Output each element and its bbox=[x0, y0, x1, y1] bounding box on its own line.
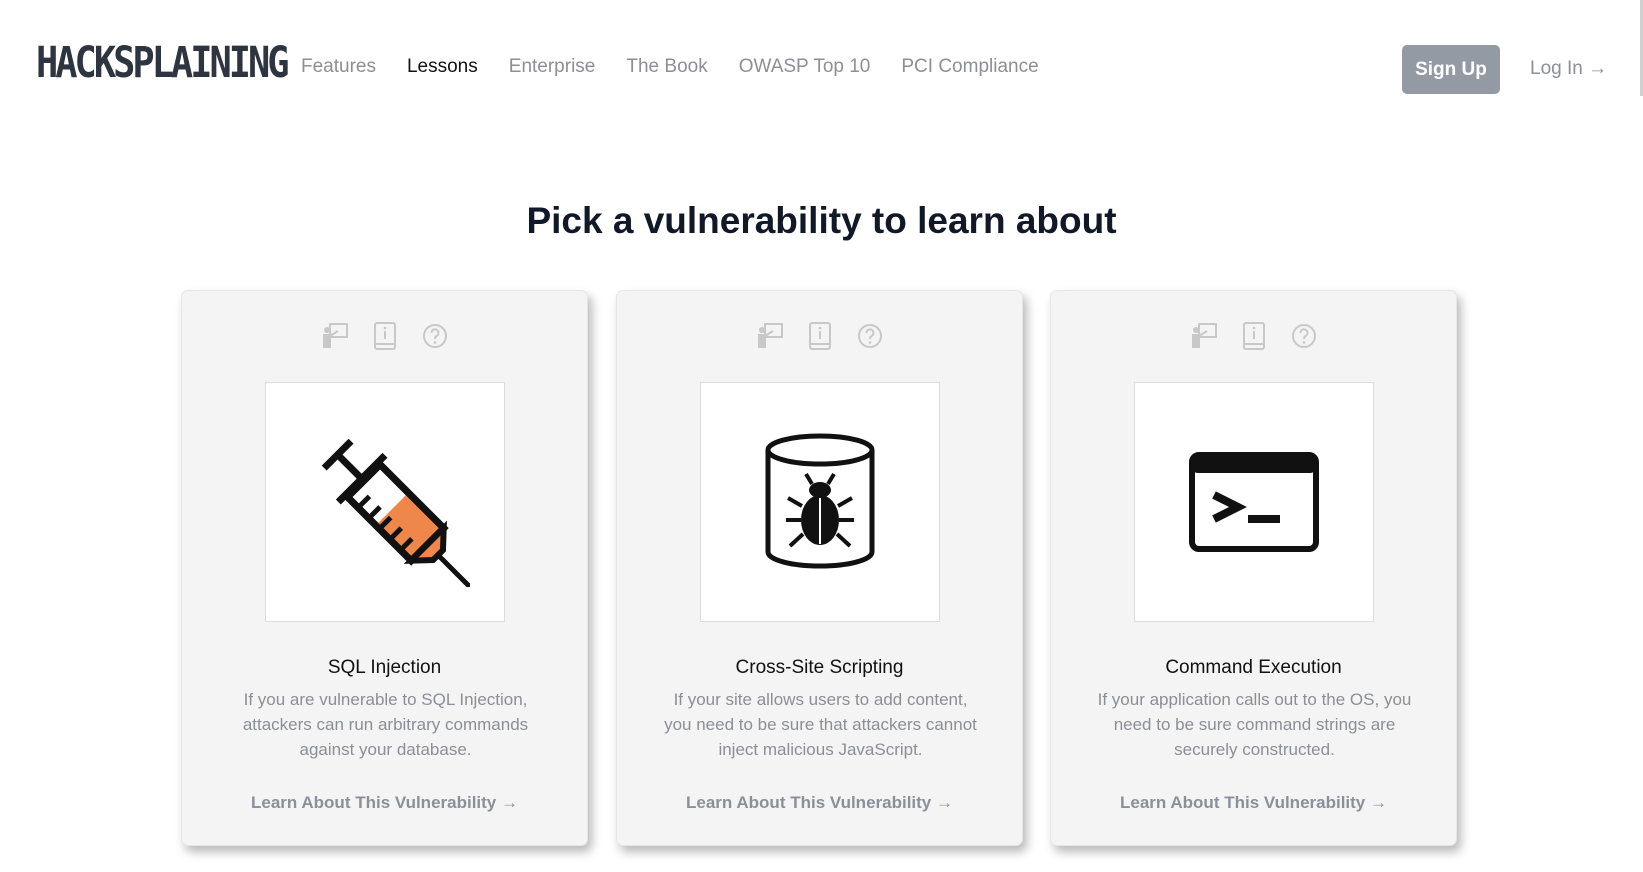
page-title: Pick a vulnerability to learn about bbox=[526, 200, 1117, 241]
book-info-icon[interactable] bbox=[805, 320, 835, 352]
learn-about-link[interactable]: Learn About This Vulnerability → bbox=[182, 793, 587, 813]
card-mini-icons bbox=[182, 320, 587, 352]
sign-up-button[interactable]: Sign Up bbox=[1402, 45, 1500, 94]
logo[interactable]: HACKSPLAINING bbox=[36, 38, 290, 87]
nav-the-book[interactable]: The Book bbox=[626, 56, 707, 78]
card-command-execution[interactable]: Command Execution If your application ca… bbox=[1050, 290, 1457, 846]
question-icon[interactable] bbox=[1289, 320, 1319, 352]
learn-about-link[interactable]: Learn About This Vulnerability → bbox=[1051, 793, 1456, 813]
presenter-icon[interactable] bbox=[1189, 320, 1219, 352]
nav-features[interactable]: Features bbox=[301, 56, 376, 78]
nav-pci-compliance[interactable]: PCI Compliance bbox=[901, 56, 1038, 78]
card-title: SQL Injection bbox=[327, 657, 442, 678]
card-mini-icons bbox=[1051, 320, 1456, 352]
book-info-icon[interactable] bbox=[1239, 320, 1269, 352]
card-mini-icons bbox=[617, 320, 1022, 352]
card-description: If your application calls out to the OS,… bbox=[1097, 690, 1412, 759]
main-nav: Features Lessons Enterprise The Book OWA… bbox=[301, 56, 1070, 78]
syringe-icon bbox=[265, 382, 505, 622]
card-cross-site-scripting[interactable]: Cross-Site Scripting If your site allows… bbox=[616, 290, 1023, 846]
bug-in-jar-icon bbox=[700, 382, 940, 622]
terminal-icon bbox=[1134, 382, 1374, 622]
card-description: If your site allows users to add content… bbox=[664, 690, 977, 759]
presenter-icon[interactable] bbox=[755, 320, 785, 352]
book-info-icon[interactable] bbox=[370, 320, 400, 352]
card-title: Cross-Site Scripting bbox=[735, 657, 904, 678]
question-icon[interactable] bbox=[855, 320, 885, 352]
presenter-icon[interactable] bbox=[320, 320, 350, 352]
log-in-link[interactable]: Log In → bbox=[1530, 58, 1607, 80]
card-description: If you are vulnerable to SQL Injection, … bbox=[242, 690, 529, 759]
header: HACKSPLAINING Features Lessons Enterpris… bbox=[0, 0, 1643, 140]
vulnerability-cards: SQL Injection If you are vulnerable to S… bbox=[181, 290, 1461, 846]
learn-about-link[interactable]: Learn About This Vulnerability → bbox=[617, 793, 1022, 813]
card-sql-injection[interactable]: SQL Injection If you are vulnerable to S… bbox=[181, 290, 588, 846]
nav-lessons[interactable]: Lessons bbox=[407, 56, 478, 78]
question-icon[interactable] bbox=[420, 320, 450, 352]
card-title: Command Execution bbox=[1165, 657, 1342, 678]
nav-owasp-top-10[interactable]: OWASP Top 10 bbox=[739, 56, 871, 78]
nav-enterprise[interactable]: Enterprise bbox=[509, 56, 596, 78]
